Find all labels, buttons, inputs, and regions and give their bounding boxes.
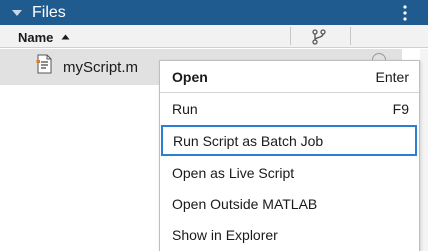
name-column-header[interactable]: Name bbox=[18, 28, 70, 46]
context-menu: Open Enter Run F9 Run Script as Batch Jo… bbox=[159, 60, 420, 251]
menu-item-label: Open as Live Script bbox=[172, 165, 295, 181]
menu-item-label: Show in Explorer bbox=[172, 227, 278, 243]
panel-title: Files bbox=[32, 4, 66, 21]
menu-item-open-outside-matlab[interactable]: Open Outside MATLAB bbox=[160, 188, 419, 219]
name-column-label: Name bbox=[18, 29, 54, 45]
menu-item-label: Open Outside MATLAB bbox=[172, 196, 318, 212]
menu-item-run[interactable]: Run F9 bbox=[160, 93, 419, 124]
menu-item-label: Run bbox=[172, 101, 198, 117]
vertical-ellipsis-icon[interactable] bbox=[400, 4, 410, 22]
menu-item-label: Run Script as Batch Job bbox=[173, 133, 324, 149]
file-name[interactable]: myScript.m bbox=[63, 59, 138, 77]
menu-item-run-script-as-batch-job[interactable]: Run Script as Batch Job bbox=[161, 125, 417, 156]
panel-title-bar: Files bbox=[0, 0, 428, 25]
menu-item-shortcut: Enter bbox=[375, 69, 409, 85]
matlab-script-icon bbox=[36, 54, 52, 74]
git-branch-icon[interactable] bbox=[310, 28, 328, 46]
menu-item-shortcut: F9 bbox=[392, 101, 409, 117]
menu-item-label: Open bbox=[172, 69, 208, 85]
triangle-down-icon[interactable] bbox=[10, 7, 24, 19]
menu-item-open[interactable]: Open Enter bbox=[160, 61, 419, 92]
vertical-scrollbar[interactable] bbox=[420, 49, 428, 251]
column-header-bar: Name bbox=[0, 25, 428, 48]
column-divider[interactable] bbox=[350, 27, 351, 45]
column-divider[interactable] bbox=[290, 27, 291, 45]
menu-item-show-in-explorer[interactable]: Show in Explorer bbox=[160, 219, 419, 250]
sort-ascending-icon bbox=[61, 34, 70, 40]
files-panel: Files Name myScript.m Open Enter Run F9 … bbox=[0, 0, 428, 251]
menu-item-open-as-live-script[interactable]: Open as Live Script bbox=[160, 157, 419, 188]
